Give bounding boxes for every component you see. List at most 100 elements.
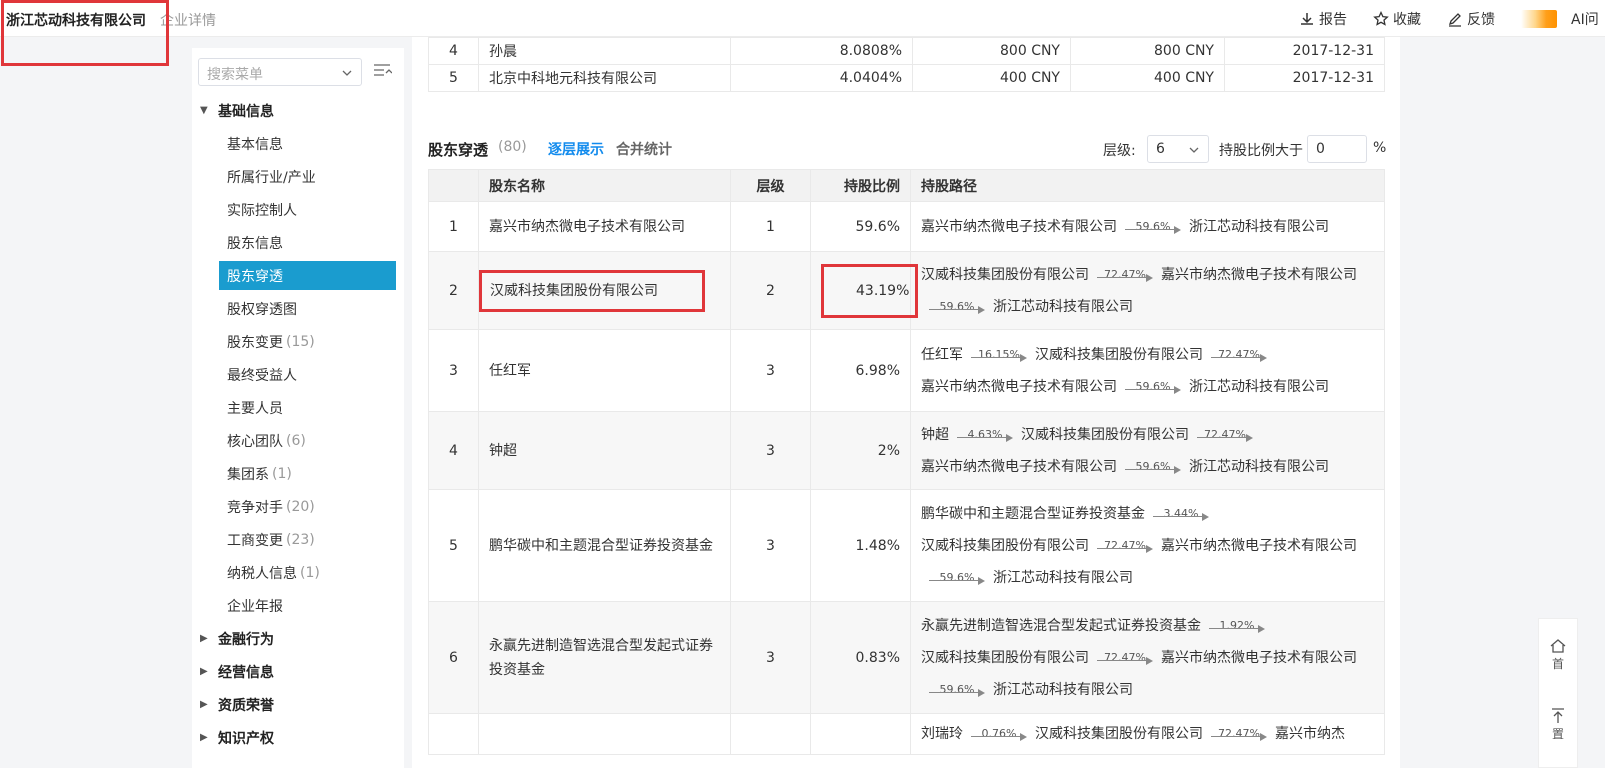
main-content: 4 孙晨 8.0808% 800 CNY 800 CNY 2017-12-31 …	[412, 37, 1400, 768]
path-node-link[interactable]: 浙江芯动科技有限公司	[1189, 459, 1329, 475]
sidebar-item-taxpayer[interactable]: 纳税人信息 (1)	[192, 556, 404, 589]
path-node-link[interactable]: 永赢先进制造智选混合型发起式证券投资基金	[921, 618, 1201, 634]
level-label: 层级:	[1103, 143, 1136, 159]
row-index: 6	[449, 649, 458, 666]
home-button[interactable]: 首	[1539, 619, 1577, 689]
table-row: 1 嘉兴市纳杰微电子技术有限公司 1 59.6% 嘉兴市纳杰微电子技术有限公司 59.6%…	[428, 201, 1385, 252]
sidebar-item-annual-report[interactable]: 企业年报	[192, 589, 404, 622]
path-node-link[interactable]: 嘉兴市纳杰微电子技术有限公司	[1161, 538, 1357, 554]
path-node-link[interactable]: 浙江芯动科技有限公司	[1189, 379, 1329, 395]
ratio-filter-label: 持股比例大于	[1219, 143, 1303, 159]
path-node-link[interactable]: 汉威科技集团股份有限公司	[1035, 347, 1203, 363]
path-node-link[interactable]: 嘉兴市纳杰微电子技术有限公司	[921, 459, 1117, 475]
shareholder-name-link[interactable]: 汉威科技集团股份有限公司	[479, 269, 705, 312]
sidebar-item-equity-chart[interactable]: 股权穿透图	[192, 292, 404, 325]
row-index: 1	[449, 218, 458, 235]
menu-group-honors[interactable]: ▶ 资质荣誉	[192, 688, 404, 721]
table-header-row: 股东名称 层级 持股比例 持股路径	[428, 169, 1385, 202]
row-level: 2	[766, 282, 775, 299]
sidebar-item-group[interactable]: 集团系 (1)	[192, 457, 404, 490]
path-arrow: 59.6%	[929, 568, 985, 588]
arrow-up-icon	[1552, 707, 1564, 723]
favorite-button[interactable]: 收藏	[1373, 9, 1421, 29]
path-node-link[interactable]: 汉威科技集团股份有限公司	[921, 538, 1089, 554]
path-node-link[interactable]: 刘瑞玲	[921, 726, 963, 742]
path-arrow: 3.44%	[1153, 504, 1209, 524]
ai-toggle[interactable]	[1521, 9, 1557, 28]
path-node-link[interactable]: 任红军	[921, 347, 963, 363]
menu-group-operations[interactable]: ▶ 经营信息	[192, 655, 404, 688]
menu-group-finance[interactable]: ▶ 金融行为	[192, 622, 404, 655]
sidebar-item-controller[interactable]: 实际控制人	[192, 193, 404, 226]
path-node-link[interactable]: 汉威科技集团股份有限公司	[921, 650, 1089, 666]
ai-ask-button[interactable]: AI问	[1571, 9, 1605, 29]
path-node-link[interactable]: 鹏华碳中和主题混合型证券投资基金	[921, 506, 1145, 522]
sidebar-item-key-people[interactable]: 主要人员	[192, 391, 404, 424]
shareholder-name-link[interactable]: 鹏华碳中和主题混合型证券投资基金	[489, 534, 713, 558]
table-row: 4 钟超 3 2% 钟超 4.63% 汉威科技集团股份有限公司 72.47% 嘉兴市纳杰微电子技…	[428, 411, 1385, 490]
path-node-link[interactable]: 汉威科技集团股份有限公司	[1021, 427, 1189, 443]
path-node-link[interactable]: 钟超	[921, 427, 949, 443]
table-row: 4 孙晨 8.0808% 800 CNY 800 CNY 2017-12-31	[428, 37, 1385, 65]
feedback-button[interactable]: 反馈	[1447, 9, 1495, 29]
path-node-link[interactable]: 浙江芯动科技有限公司	[993, 682, 1133, 698]
table-row: 6 永赢先进制造智选混合型发起式证券投资基金 3 0.83% 永赢先进制造智选混合型发起…	[428, 601, 1385, 714]
path-node-link[interactable]: 汉威科技集团股份有限公司	[921, 267, 1089, 283]
shareholder-name-link[interactable]: 任红军	[489, 359, 531, 383]
shareholder-link[interactable]: 北京中科地元科技有限公司	[478, 64, 731, 92]
path-arrow: 59.6%	[929, 680, 985, 700]
path-percent: 72.47%	[1204, 427, 1246, 441]
path-percent: 72.47%	[1104, 267, 1146, 281]
caret-right-icon: ▶	[200, 633, 208, 644]
menu-group-basic[interactable]: ▼ 基础信息	[192, 94, 404, 127]
row-index: 2	[449, 282, 458, 299]
shareholder-link[interactable]: 孙晨	[478, 37, 731, 65]
back-to-top-button[interactable]: 置	[1539, 689, 1577, 759]
path-node-link[interactable]: 嘉兴市纳杰微电子技术有限公司	[1161, 650, 1357, 666]
shareholder-name-link[interactable]: 永赢先进制造智选混合型发起式证券投资基金	[489, 634, 720, 682]
row-level: 3	[766, 442, 775, 459]
sidebar-item-industry[interactable]: 所属行业/产业	[192, 160, 404, 193]
path-node-link[interactable]: 浙江芯动科技有限公司	[1189, 219, 1329, 235]
sidebar-item-registration-changes[interactable]: 工商变更 (23)	[192, 523, 404, 556]
report-button[interactable]: 报告	[1299, 9, 1347, 29]
path-node-link[interactable]: 嘉兴市纳杰微电子技术有限公司	[921, 219, 1117, 235]
sidebar-item-penetration[interactable]: 股东穿透	[219, 261, 396, 290]
collapse-menu-icon[interactable]	[372, 62, 392, 80]
sidebar-item-core-team[interactable]: 核心团队 (6)	[192, 424, 404, 457]
path-node-link[interactable]: 汉威科技集团股份有限公司	[1035, 726, 1203, 742]
row-ratio: 2%	[877, 442, 900, 459]
holding-path: 钟超 4.63% 汉威科技集团股份有限公司 72.47% 嘉兴市纳杰微电子技术有限公司 5…	[921, 415, 1374, 487]
sidebar-item-competitors[interactable]: 竞争对手 (20)	[192, 490, 404, 523]
shareholder-name-link[interactable]: 钟超	[489, 439, 517, 463]
path-node-link[interactable]: 嘉兴市纳杰微电子技术有限公司	[1161, 267, 1357, 283]
path-node-link[interactable]: 浙江芯动科技有限公司	[993, 299, 1133, 315]
sidebar-item-shareholder-changes[interactable]: 股东变更 (15)	[192, 325, 404, 358]
ratio-filter-input[interactable]: 0	[1307, 135, 1367, 163]
path-node-link[interactable]: 浙江芯动科技有限公司	[993, 570, 1133, 586]
sidebar-item-basic-info[interactable]: 基本信息	[192, 127, 404, 160]
path-percent: 72.47%	[1218, 347, 1260, 361]
sidebar-item-shareholders[interactable]: 股东信息	[192, 226, 404, 259]
table-row: 3 任红军 3 6.98% 任红军 16.15% 汉威科技集团股份有限公司 72.47% 嘉兴市…	[428, 329, 1385, 412]
sidebar-menu: ▼ 基础信息 基本信息 所属行业/产业 实际控制人 股东信息 股东穿透 股权穿透图…	[192, 94, 404, 754]
path-node-link[interactable]: 嘉兴市纳杰微电子技术有限公司	[921, 379, 1117, 395]
holding-path: 刘瑞玲 0.76% 汉威科技集团股份有限公司 72.47% 嘉兴市纳杰	[921, 714, 1374, 754]
path-percent: 59.6%	[1135, 219, 1171, 233]
path-arrow: 59.6%	[1125, 217, 1181, 237]
path-node-link[interactable]: 嘉兴市纳杰	[1275, 726, 1345, 742]
tab-merged[interactable]: 合并统计	[616, 139, 672, 159]
table-row: 5 北京中科地元科技有限公司 4.0404% 400 CNY 400 CNY 2…	[428, 64, 1385, 92]
shareholder-name-link[interactable]: 嘉兴市纳杰微电子技术有限公司	[489, 215, 685, 239]
tab-layered[interactable]: 逐层展示	[548, 139, 604, 159]
col-path-header: 持股路径	[910, 169, 1385, 202]
sidebar-item-beneficiary[interactable]: 最终受益人	[192, 358, 404, 391]
table-row: 刘瑞玲 0.76% 汉威科技集团股份有限公司 72.47% 嘉兴市纳杰	[428, 713, 1385, 755]
level-select[interactable]: 6	[1147, 135, 1209, 163]
holding-path: 汉威科技集团股份有限公司 72.47% 嘉兴市纳杰微电子技术有限公司 59.6% 浙江芯…	[921, 255, 1374, 327]
menu-search-input[interactable]: 搜索菜单	[198, 58, 362, 86]
table-row: 2 汉威科技集团股份有限公司 2 43.19% 汉威科技集团股份有限公司 72.47% 嘉兴…	[428, 251, 1385, 330]
path-arrow: 72.47%	[1097, 265, 1153, 285]
menu-group-ip[interactable]: ▶ 知识产权	[192, 721, 404, 754]
caret-right-icon: ▶	[200, 666, 208, 677]
